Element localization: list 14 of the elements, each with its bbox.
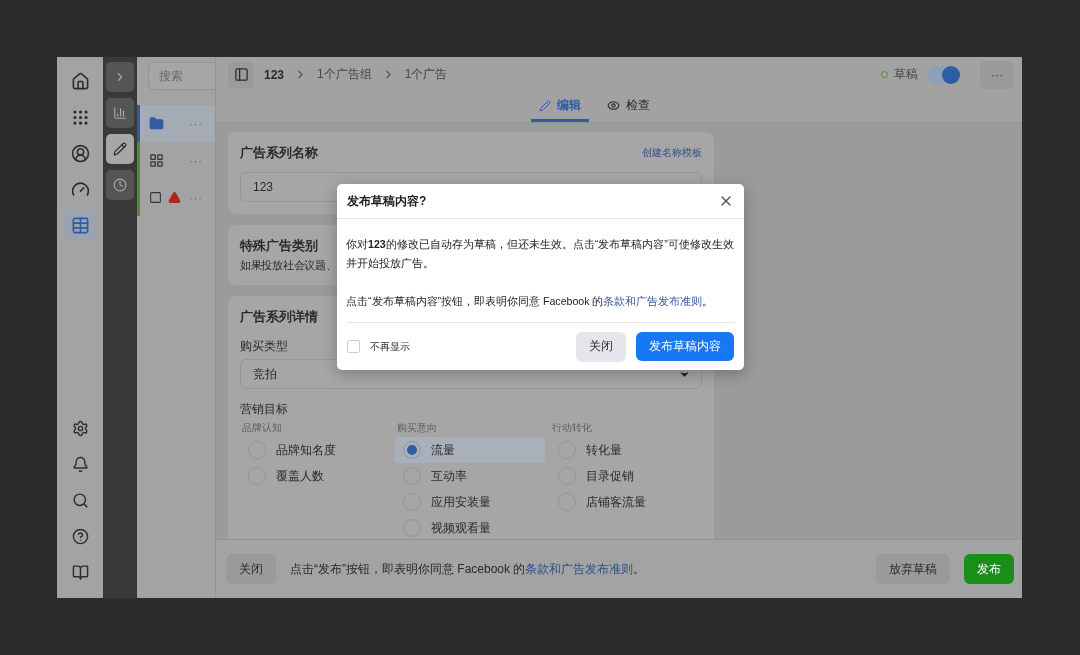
group-label: 购买意向 bbox=[396, 421, 438, 435]
dialog-title: 发布草稿内容? bbox=[347, 192, 427, 210]
card-title: 广告系列名称 bbox=[240, 144, 318, 162]
checkbox-label: 不再显示 bbox=[370, 339, 410, 354]
terms-text: 点击“发布”按钮，即表明你同意 Facebook 的条款和广告发布准则。 bbox=[290, 560, 647, 578]
card-title: 广告系列详情 bbox=[240, 308, 318, 326]
group-label: 行动转化 bbox=[551, 421, 593, 435]
dialog-terms-text: 点击“发布草稿内容”按钮，即表明你同意 Facebook 的条款和广告发布准则。 bbox=[346, 294, 715, 309]
card-description: 如果投放社会议题、 bbox=[240, 258, 337, 273]
card-title: 特殊广告类别 bbox=[240, 237, 318, 255]
status-label: 草稿 bbox=[894, 66, 918, 83]
dialog-message: 你对123的修改已自动存为草稿，但还未生效。点击“发布草稿内容”可使修改生效并开始投放广告。 bbox=[346, 237, 735, 271]
field-label: 购买类型 bbox=[240, 338, 288, 355]
field-label: 营销目标 bbox=[240, 401, 288, 418]
